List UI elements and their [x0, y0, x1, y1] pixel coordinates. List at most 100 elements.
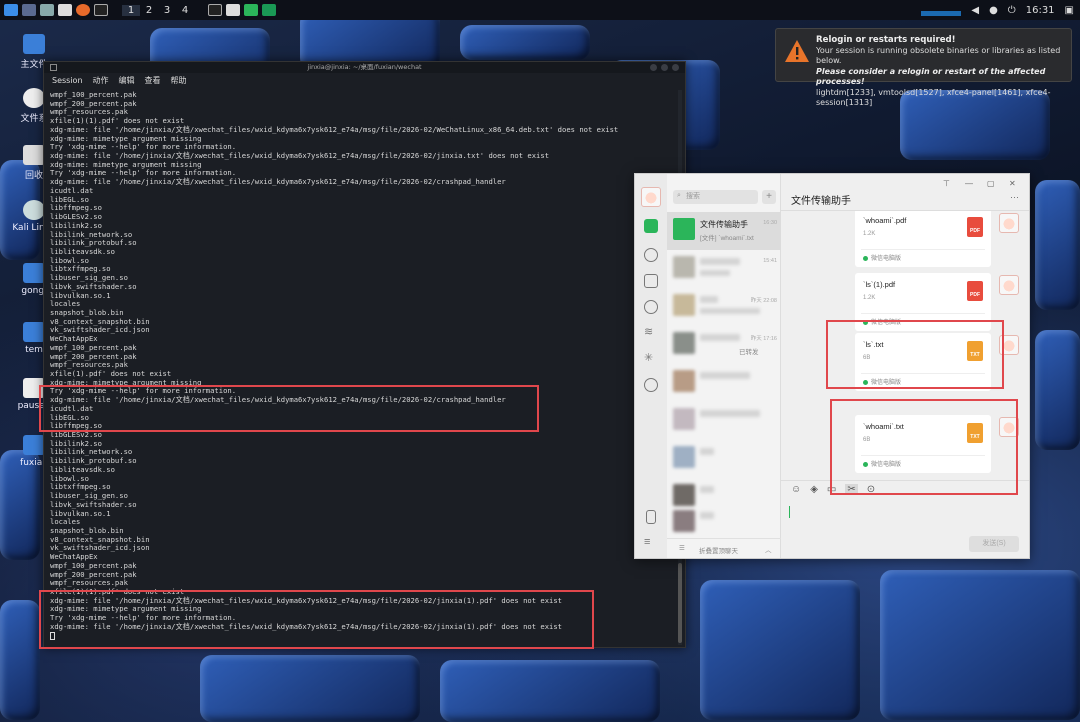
avatar[interactable]	[999, 213, 1019, 233]
chat-history-icon[interactable]: ⊙	[867, 484, 875, 495]
terminal-window[interactable]: jinxia@jinxia: ~/桌面/fuxian/wechat Sessio…	[43, 61, 686, 648]
task-wechat-icon[interactable]	[244, 4, 258, 16]
terminal-line: WeChatAppEx	[50, 552, 98, 562]
file-manager-icon[interactable]	[40, 4, 54, 16]
moments-icon[interactable]	[644, 300, 658, 314]
collapse-pinned-row[interactable]: ☰ 折叠置顶聊天 ︿	[667, 538, 781, 558]
favorites-icon[interactable]	[644, 274, 658, 288]
kali-menu-icon[interactable]	[4, 4, 18, 16]
avatar[interactable]	[999, 335, 1019, 355]
menu-help[interactable]: 帮助	[171, 75, 187, 86]
conversation-item-file-transfer[interactable]: 文件传输助手 [文件] `whoami`.txt 16:30	[667, 212, 781, 250]
blurred-name	[700, 410, 760, 417]
wechat-window[interactable]: ≋ ✳ ≡ 搜索 ⌕ + 文件传输助手 [文件] `whoami`.txt 16…	[634, 173, 1030, 559]
message-input-caret[interactable]	[789, 506, 793, 518]
favorites-icon[interactable]: ◈	[810, 484, 818, 495]
close-button[interactable]	[672, 64, 679, 71]
terminal-prompt[interactable]	[50, 631, 675, 641]
chevron-up-icon: ︿	[765, 547, 772, 554]
lock-icon[interactable]: ▣	[1065, 5, 1074, 16]
restart-notification[interactable]: Relogin or restarts required! Your sessi…	[775, 28, 1072, 107]
search-input[interactable]: 搜索	[673, 190, 758, 204]
conversation-item[interactable]: 已转发 昨天 17:16	[667, 326, 781, 364]
minimize-button[interactable]	[650, 64, 657, 71]
pin-icon[interactable]: ⊤	[943, 179, 950, 188]
avatar	[673, 408, 695, 430]
file-source: 微信电脑版	[863, 253, 901, 262]
drive-icon	[23, 88, 45, 108]
clock[interactable]: 16:31	[1026, 5, 1055, 16]
file-message[interactable]: `whoami`.pdf 1.2K PDF 微信电脑版	[855, 211, 991, 267]
workspace-1[interactable]: 1	[122, 4, 140, 16]
notification-icon[interactable]: ●	[989, 5, 998, 16]
file-message[interactable]: `whoami`.txt 6B TXT 微信电脑版	[855, 415, 991, 473]
conversation-item[interactable]: 昨天 22:08	[667, 288, 781, 326]
volume-icon[interactable]: ◀	[971, 5, 979, 16]
power-icon[interactable]: ⏻	[1008, 5, 1016, 16]
more-icon[interactable]: ···	[1010, 192, 1019, 202]
terminal-line: libuser_sig_gen.so	[50, 491, 128, 501]
menu-edit[interactable]: 编辑	[119, 75, 135, 86]
close-button[interactable]: ✕	[1009, 179, 1016, 188]
workspace-4[interactable]: 4	[176, 5, 194, 16]
menu-view[interactable]: 查看	[145, 75, 161, 86]
folder-icon[interactable]: ▭	[827, 484, 836, 495]
pdf-file-icon: PDF	[967, 217, 983, 237]
notification-line: Your session is running obsolete binarie…	[816, 45, 1061, 66]
firefox-icon[interactable]	[76, 4, 90, 16]
terminal-line: libliteavsdk.so	[50, 246, 115, 256]
divider	[861, 455, 985, 456]
folder-icon	[23, 435, 45, 455]
maximize-button[interactable]	[661, 64, 668, 71]
minimize-button[interactable]: —	[965, 179, 973, 188]
task-window-icon[interactable]	[226, 4, 240, 16]
maximize-button[interactable]: ▢	[987, 179, 995, 188]
terminal-icon[interactable]	[94, 4, 108, 16]
user-avatar[interactable]	[641, 187, 661, 207]
settings-menu-icon[interactable]: ≡	[644, 536, 658, 550]
phone-icon[interactable]	[646, 510, 656, 524]
search-feature-icon[interactable]: ✳	[644, 352, 658, 366]
wechat-sidebar: ≋ ✳ ≡	[635, 174, 667, 558]
file-message[interactable]: `ls`(1).pdf 1.2K PDF 微信电脑版	[855, 273, 991, 331]
terminal-line: vk_swiftshader_icd.json	[50, 325, 150, 335]
workspace-2[interactable]: 2	[140, 5, 158, 16]
conversation-item[interactable]	[667, 364, 781, 402]
channels-icon[interactable]: ≋	[644, 326, 658, 340]
terminal-titlebar[interactable]: jinxia@jinxia: ~/桌面/fuxian/wechat	[44, 62, 685, 73]
terminal-line: libffmpeg.so	[50, 203, 102, 213]
contacts-icon[interactable]	[644, 248, 658, 262]
folder-icon	[23, 263, 45, 283]
blurred-name	[700, 486, 714, 493]
conversation-item[interactable]	[667, 402, 781, 440]
terminal-menubar: Session 动作 编辑 查看 帮助	[44, 73, 685, 88]
avatar[interactable]	[999, 275, 1019, 295]
file-message[interactable]: `ls`.txt 6B TXT 微信电脑版	[855, 333, 991, 391]
scissors-icon[interactable]: ✂	[845, 484, 858, 495]
home-folder-icon	[23, 34, 45, 54]
menu-session[interactable]: Session	[52, 76, 83, 85]
file-name: `ls`(1).pdf	[863, 280, 896, 289]
emoji-icon[interactable]: ☺	[791, 484, 801, 495]
terminal-line: libilink_protobuf.so	[50, 238, 137, 248]
blurred-name	[700, 372, 750, 379]
desktop-icon[interactable]	[22, 4, 36, 16]
conversation-item[interactable]	[667, 440, 781, 478]
scrollbar-thumb[interactable]	[678, 563, 682, 643]
chat-icon[interactable]	[644, 219, 658, 233]
task-terminal-icon[interactable]	[208, 4, 222, 16]
terminal-output[interactable]: wmpf_100_percent.pak wmpf_200_percent.pak…	[50, 91, 675, 645]
text-editor-icon[interactable]	[58, 4, 72, 16]
avatar[interactable]	[999, 417, 1019, 437]
conversation-item[interactable]	[667, 504, 781, 542]
terminal-line: xdg-mime: file '/home/jinxia/文档/xwechat_…	[50, 395, 506, 405]
send-button[interactable]: 发送(S)	[969, 536, 1019, 552]
mini-programs-icon[interactable]	[644, 378, 658, 392]
conversation-item[interactable]: 15:41	[667, 250, 781, 288]
conversation-preview: [文件] `whoami`.txt	[700, 235, 754, 242]
task-app-icon[interactable]	[262, 4, 276, 16]
workspace-3[interactable]: 3	[158, 5, 176, 16]
menu-actions[interactable]: 动作	[93, 75, 109, 86]
add-button[interactable]: +	[762, 190, 776, 204]
terminal-line: wmpf_100_percent.pak	[50, 342, 137, 352]
